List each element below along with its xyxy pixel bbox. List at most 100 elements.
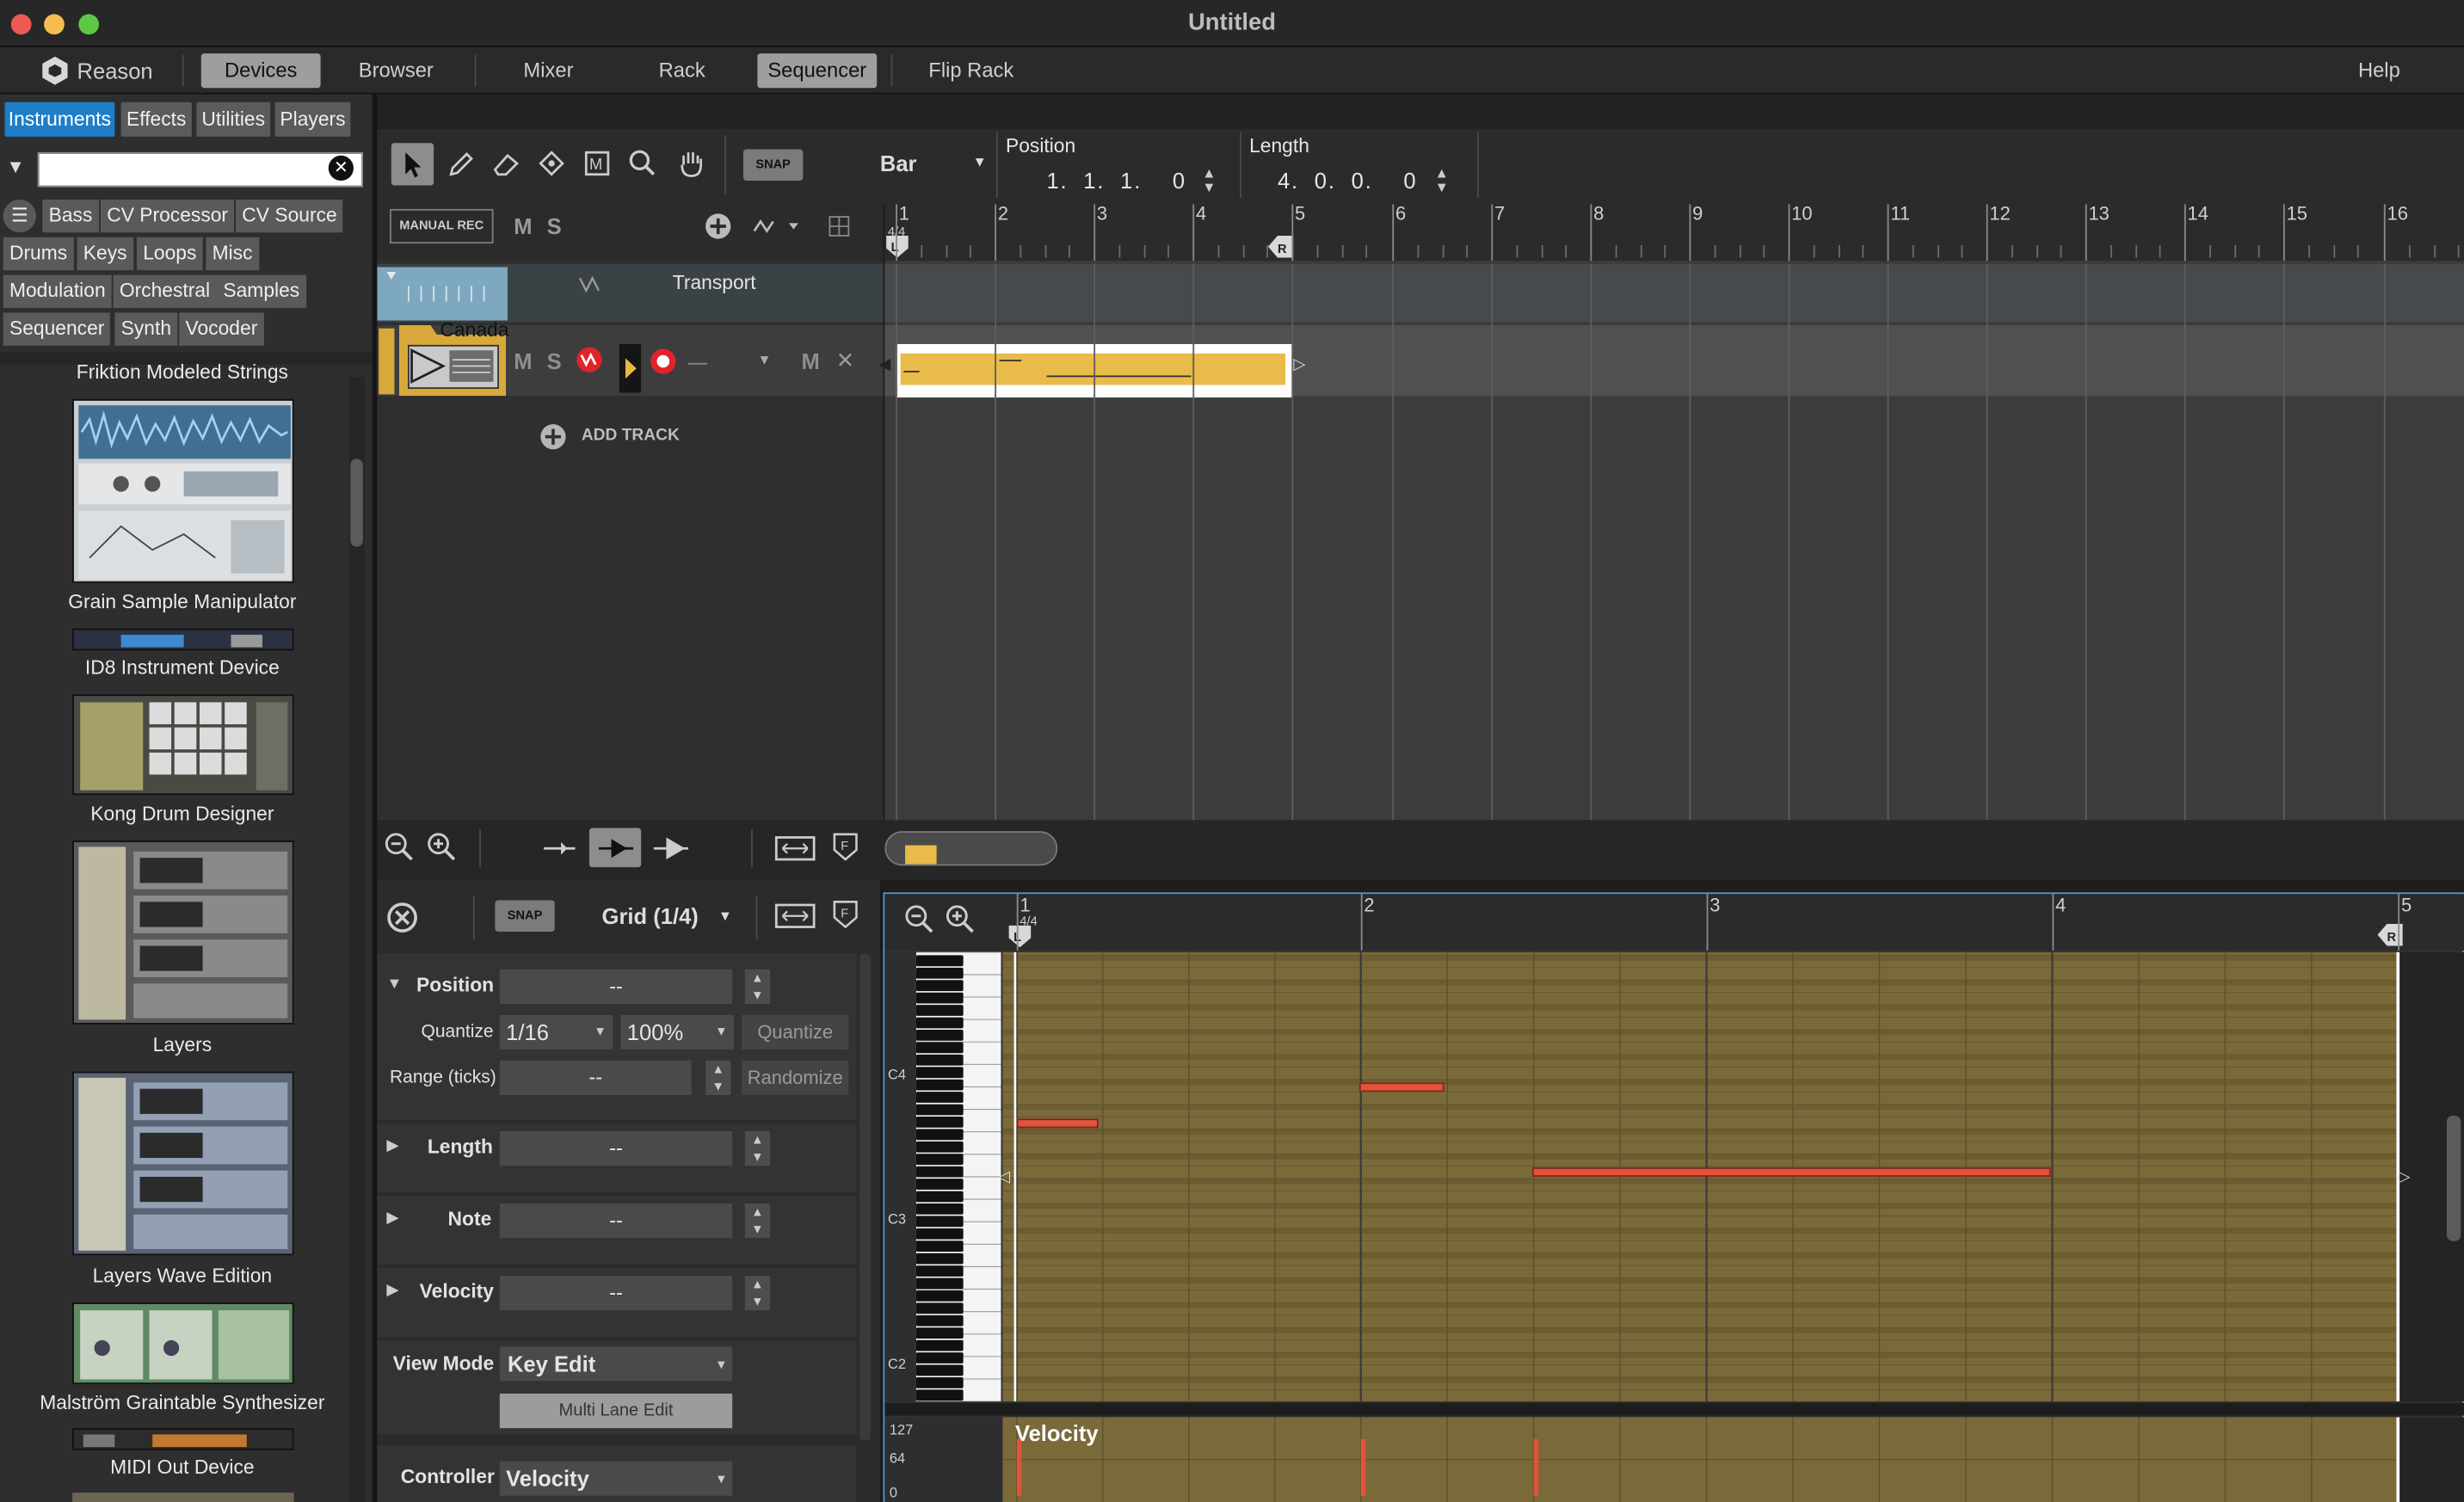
device-malstrom[interactable]: Malström Graintable Synthesizer xyxy=(0,1392,365,1414)
right-locator-icon[interactable]: R xyxy=(1268,235,1294,258)
controller-dropdown-icon[interactable]: ▼ xyxy=(715,1472,727,1486)
inspector-scrollbar[interactable] xyxy=(859,953,871,1441)
device-kong[interactable]: Kong Drum Designer xyxy=(0,803,365,825)
device-layers-wave[interactable]: Layers Wave Edition xyxy=(0,1265,365,1287)
inspector-length-stepper[interactable]: ▲ ▼ xyxy=(744,1130,771,1167)
inspector-note-stepper[interactable]: ▲ ▼ xyxy=(744,1203,771,1239)
randomize-button[interactable]: Randomize xyxy=(742,1060,849,1095)
browser-scrollbar[interactable] xyxy=(348,377,365,1502)
clip-right-handle-icon[interactable]: ▷ xyxy=(1293,357,1305,374)
automation-dropdown-icon[interactable] xyxy=(751,213,804,238)
fit-horizontal-icon[interactable] xyxy=(774,833,816,865)
filter-modulation[interactable]: Modulation xyxy=(3,274,112,308)
malstrom-thumbnail[interactable] xyxy=(72,1302,294,1385)
velocity-bar[interactable] xyxy=(1016,1438,1022,1496)
id8-thumbnail[interactable] xyxy=(72,628,294,651)
lane-mute-button[interactable]: M xyxy=(802,348,820,373)
focus-icon[interactable]: F xyxy=(829,831,861,863)
pencil-tool-icon[interactable] xyxy=(445,148,477,180)
filter-loops[interactable]: Loops xyxy=(136,237,203,271)
zoom-out-icon[interactable] xyxy=(384,831,416,863)
filter-synth[interactable]: Synth xyxy=(114,312,178,346)
filter-toggle-icon[interactable]: ▼ xyxy=(6,156,25,178)
multi-lane-edit-button[interactable]: Multi Lane Edit xyxy=(499,1393,733,1429)
select-tool-icon[interactable] xyxy=(396,148,428,180)
filter-samples[interactable]: Samples xyxy=(217,274,306,308)
filter-keys[interactable]: Keys xyxy=(77,237,133,271)
track-dropdown-icon[interactable]: ▼ xyxy=(757,352,771,367)
close-editor-icon[interactable] xyxy=(385,901,420,935)
device-id8[interactable]: ID8 Instrument Device xyxy=(0,656,365,679)
tab-mixer[interactable]: Mixer xyxy=(496,53,601,88)
inspector-velocity-field[interactable]: -- xyxy=(499,1276,733,1311)
browser-tab-players[interactable]: Players xyxy=(274,102,351,137)
length-expand-icon[interactable]: ▶ xyxy=(386,1137,398,1154)
browser-search-input[interactable] xyxy=(37,152,363,188)
follow-page-icon[interactable] xyxy=(650,833,691,865)
overview-navigator[interactable] xyxy=(884,831,1058,866)
inspector-position-stepper[interactable]: ▲ ▼ xyxy=(744,969,771,1005)
browser-tab-effects[interactable]: Effects xyxy=(120,102,192,137)
follow-song-icon[interactable] xyxy=(595,833,636,865)
editor-zoom-out-icon[interactable] xyxy=(903,903,935,935)
clip-left-handle-icon[interactable]: ◀ xyxy=(878,357,890,374)
delete-lane-icon[interactable]: ✕ xyxy=(836,348,854,374)
velocity-bar[interactable] xyxy=(1360,1438,1366,1496)
editor-grid-value[interactable]: Grid (1/4) xyxy=(602,903,699,928)
layers-wave-thumbnail[interactable] xyxy=(72,1071,294,1256)
filter-orchestral[interactable]: Orchestral xyxy=(113,274,217,308)
editor-zoom-in-icon[interactable] xyxy=(945,903,976,935)
editor-left-locator-icon[interactable]: L xyxy=(1006,925,1034,948)
hand-tool-icon[interactable] xyxy=(675,148,707,180)
inspector-position-field[interactable]: -- xyxy=(499,969,733,1005)
tab-browser[interactable]: Browser xyxy=(338,53,454,88)
filter-bass[interactable]: Bass xyxy=(42,199,99,233)
add-track-icon[interactable] xyxy=(539,422,568,451)
tab-devices[interactable]: Devices xyxy=(200,53,321,89)
inspector-length-field[interactable]: -- xyxy=(499,1130,733,1167)
velocity-lane[interactable] xyxy=(1002,1417,2464,1502)
length-stepper[interactable]: ▲ ▼ xyxy=(1435,166,1449,195)
automation-icon[interactable] xyxy=(576,272,601,297)
midi-note[interactable] xyxy=(1016,1118,1099,1129)
record-enable-icon[interactable] xyxy=(649,348,677,376)
note-expand-icon[interactable]: ▶ xyxy=(386,1210,398,1227)
view-mode-dropdown-icon[interactable]: ▼ xyxy=(715,1357,727,1371)
length-value[interactable]: 4. 0. 0. 0 xyxy=(1278,168,1417,193)
eraser-tool-icon[interactable] xyxy=(490,148,522,180)
master-solo-button[interactable]: S xyxy=(547,213,562,238)
piano-keyboard[interactable] xyxy=(915,951,1001,1402)
filter-menu-icon[interactable]: ☰ xyxy=(3,199,37,233)
midi-note[interactable] xyxy=(1531,1167,2051,1177)
controller-select[interactable]: Velocity xyxy=(499,1461,733,1496)
help-menu[interactable]: Help xyxy=(2342,53,2418,88)
follow-off-icon[interactable] xyxy=(540,833,578,865)
velocity-expand-icon[interactable]: ▶ xyxy=(386,1282,398,1299)
magnify-tool-icon[interactable] xyxy=(627,148,659,180)
inspector-velocity-stepper[interactable]: ▲ ▼ xyxy=(744,1276,771,1311)
filter-cv-source[interactable]: CV Source xyxy=(235,199,344,233)
quantize-dropdown-icon[interactable]: ▼ xyxy=(594,1025,606,1038)
tab-sequencer[interactable]: Sequencer xyxy=(757,53,878,89)
layers-thumbnail[interactable] xyxy=(72,840,294,1025)
filter-vocoder[interactable]: Vocoder xyxy=(179,312,264,346)
mute-tool-icon[interactable]: M xyxy=(582,148,613,180)
inspector-note-field[interactable]: -- xyxy=(499,1203,733,1239)
filter-misc[interactable]: Misc xyxy=(206,237,259,271)
strength-dropdown-icon[interactable]: ▼ xyxy=(715,1025,727,1038)
view-mode-select[interactable]: Key Edit xyxy=(499,1346,733,1382)
tab-flip-rack[interactable]: Flip Rack xyxy=(911,53,1031,88)
add-icon[interactable] xyxy=(704,212,732,241)
master-mute-button[interactable]: M xyxy=(514,213,532,238)
range-stepper[interactable]: ▲ ▼ xyxy=(705,1060,731,1095)
device-layers[interactable]: Layers xyxy=(0,1034,365,1056)
zoom-in-icon[interactable] xyxy=(426,831,458,863)
filter-cv-processor[interactable]: CV Processor xyxy=(100,199,235,233)
add-track-button[interactable]: ADD TRACK xyxy=(582,426,680,445)
clear-search-icon[interactable]: ✕ xyxy=(328,155,354,182)
browser-tab-instruments[interactable]: Instruments xyxy=(4,102,115,137)
device-friktion[interactable]: Friktion Modeled Strings xyxy=(0,361,365,384)
midi-note[interactable] xyxy=(1358,1082,1445,1093)
automation-record-icon[interactable] xyxy=(576,346,604,374)
editor-ruler[interactable] xyxy=(884,894,2464,951)
